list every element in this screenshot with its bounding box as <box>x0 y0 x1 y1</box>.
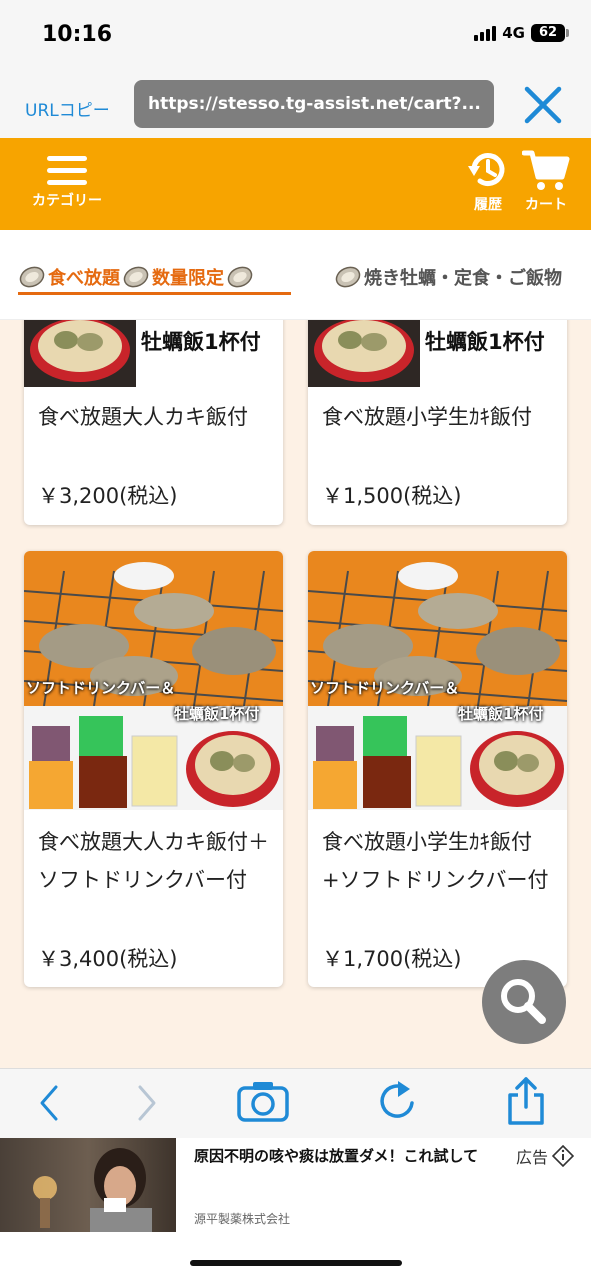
product-image: ソフトドリンクバー＆ 牡蠣飯1杯付 <box>24 551 283 810</box>
home-indicator-area <box>0 1232 591 1280</box>
ad-company: 源平製薬株式会社 <box>194 1212 291 1226</box>
ad-image <box>0 1138 176 1232</box>
product-name: 食べ放題大人カキ飯付＋ソフトドリンクバー付 <box>38 830 269 892</box>
url-field[interactable]: https://stesso.tg-assist.net/cart?... <box>134 80 494 128</box>
ad-label-text: 広告 <box>516 1148 549 1167</box>
product-name: 食べ放題大人カキ飯付 <box>38 405 248 429</box>
product-grid: 牡蠣飯1杯付 食べ放題大人カキ飯付 ￥3,200(税込) 牡蠣飯1杯付 食べ放題… <box>0 320 591 1068</box>
search-button[interactable] <box>482 960 566 1044</box>
product-card[interactable]: 牡蠣飯1杯付 食べ放題大人カキ飯付 ￥3,200(税込) <box>24 320 283 525</box>
tab-grilled-oysters[interactable]: 焼き牡蠣・定食・ご飯物 <box>334 264 562 290</box>
product-card[interactable]: 牡蠣飯1杯付 食べ放題小学生ｶｷ飯付 ￥1,500(税込) <box>308 320 567 525</box>
tab-label: 数量限定 <box>152 268 224 289</box>
status-bar: 10:16 4G 62 <box>0 0 591 70</box>
home-indicator[interactable] <box>190 1260 402 1266</box>
oyster-icon <box>122 266 150 288</box>
camera-icon[interactable] <box>236 1079 290 1123</box>
network-type: 4G <box>502 24 525 42</box>
product-overlay-text: ソフトドリンクバー＆ <box>310 679 460 697</box>
product-overlay-text: 牡蠣飯1杯付 <box>174 705 260 723</box>
ad-headline: 原因不明の咳や痰は放置ダメ！これ試して <box>194 1147 479 1165</box>
product-banner-text: 牡蠣飯1杯付 <box>425 330 545 354</box>
product-banner-text: 牡蠣飯1杯付 <box>141 330 261 354</box>
signal-icon <box>474 25 497 41</box>
category-menu-button[interactable]: カテゴリー <box>26 150 108 210</box>
advertisement[interactable]: 原因不明の咳や痰は放置ダメ！これ試して 源平製薬株式会社 広告 <box>0 1138 591 1232</box>
product-image: 牡蠣飯1杯付 <box>24 320 283 387</box>
category-menu-label: カテゴリー <box>32 193 102 209</box>
product-price: ￥1,500(税込) <box>322 484 462 508</box>
browser-url-bar: URLコピー https://stesso.tg-assist.net/cart… <box>0 70 591 138</box>
oyster-icon <box>226 266 254 288</box>
browser-toolbar <box>0 1068 591 1138</box>
oyster-icon <box>334 266 362 288</box>
product-image: 牡蠣飯1杯付 <box>308 320 567 387</box>
oyster-icon <box>18 266 46 288</box>
status-time: 10:16 <box>42 22 113 47</box>
battery-icon: 62 <box>531 24 569 42</box>
close-icon[interactable] <box>522 84 564 126</box>
product-name: 食べ放題小学生ｶｷ飯付+ソフトドリンクバー付 <box>322 830 549 892</box>
product-image: ソフトドリンクバー＆ 牡蠣飯1杯付 <box>308 551 567 810</box>
product-overlay-text: ソフトドリンクバー＆ <box>26 679 176 697</box>
product-name: 食べ放題小学生ｶｷ飯付 <box>322 405 532 429</box>
product-price: ￥3,200(税込) <box>38 484 178 508</box>
cart-label: カート <box>525 197 567 213</box>
product-price: ￥3,400(税込) <box>38 947 178 971</box>
share-icon[interactable] <box>504 1075 548 1127</box>
back-icon[interactable] <box>36 1081 64 1125</box>
url-copy-button[interactable]: URLコピー <box>25 96 110 121</box>
history-button[interactable]: 履歴 <box>466 148 510 214</box>
active-tab-indicator <box>18 292 291 295</box>
product-card[interactable]: ソフトドリンクバー＆ 牡蠣飯1杯付 食べ放題大人カキ飯付＋ソフトドリンクバー付 … <box>24 551 283 987</box>
category-tabs: 食べ放題 数量限定 焼き牡蠣・定食・ご飯物 <box>0 230 591 320</box>
info-icon <box>552 1145 575 1167</box>
tab-label: 焼き牡蠣・定食・ご飯物 <box>364 268 562 289</box>
history-icon <box>468 153 505 186</box>
tab-all-you-can-eat[interactable]: 食べ放題 数量限定 <box>18 264 254 290</box>
search-icon <box>501 979 546 1024</box>
cart-button[interactable]: カート <box>522 148 570 214</box>
tab-label: 食べ放題 <box>48 268 120 289</box>
status-icons: 4G 62 <box>474 24 569 42</box>
site-header: カテゴリー 履歴 カート <box>0 138 591 230</box>
product-overlay-text: 牡蠣飯1杯付 <box>458 705 544 723</box>
ad-label[interactable]: 広告 <box>516 1144 575 1168</box>
cart-icon <box>522 150 570 190</box>
hamburger-icon <box>47 156 87 185</box>
product-card[interactable]: ソフトドリンクバー＆ 牡蠣飯1杯付 食べ放題小学生ｶｷ飯付+ソフトドリンクバー付… <box>308 551 567 987</box>
reload-icon[interactable] <box>376 1077 420 1125</box>
forward-icon[interactable] <box>132 1081 160 1125</box>
product-price: ￥1,700(税込) <box>322 947 462 971</box>
history-label: 履歴 <box>474 197 502 213</box>
